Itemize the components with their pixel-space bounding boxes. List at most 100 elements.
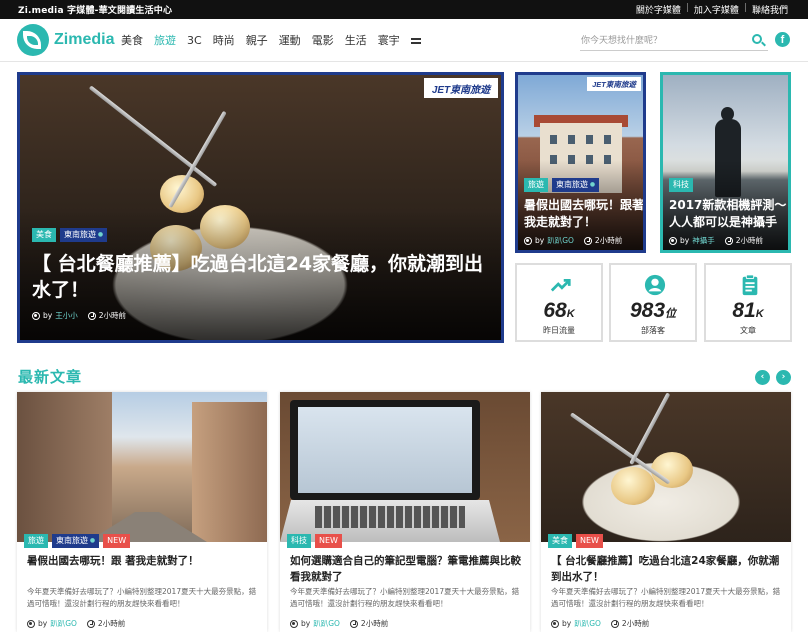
tag-food[interactable]: 美食	[548, 534, 572, 548]
sponsor-logo: JET東南旅遊	[424, 78, 498, 98]
tag-food[interactable]: 美食	[32, 228, 56, 242]
menu-item-parenting[interactable]: 親子	[246, 32, 268, 48]
menu-item-movies[interactable]: 電影	[312, 32, 334, 48]
tag-travel[interactable]: 旅遊	[524, 178, 548, 192]
side-article-travel[interactable]: JET東南旅遊 旅遊 東南旅遊 暑假出國去哪玩！跟著我走就對了！ by 趴趴GO…	[515, 72, 646, 253]
main-nav: Zimedia 美食 旅遊 3C 時尚 親子 運動 電影 生活 寰宇 你今天想找…	[0, 19, 808, 62]
menu-item-travel[interactable]: 旅遊	[154, 32, 176, 48]
window	[550, 135, 557, 144]
user-icon	[290, 619, 298, 628]
about-link[interactable]: 關於字媒體	[631, 3, 686, 16]
author-link[interactable]: 趴趴GO	[50, 618, 77, 629]
hero-meta: by 王小小 2小時前	[32, 310, 126, 321]
more-menu-icon[interactable]	[410, 38, 421, 44]
clock-icon	[610, 619, 619, 628]
side-tags: 科技	[669, 178, 693, 192]
card-image	[17, 392, 267, 542]
tag-tech[interactable]: 科技	[287, 534, 311, 548]
article-card[interactable]: 科技 NEW 如何選購適合自己的筆記型電腦？筆電推薦與比較看我就對了 今年夏天準…	[280, 392, 530, 632]
time-label: 2小時前	[97, 619, 126, 628]
knife	[88, 85, 218, 188]
hero-tags: 美食 東南旅遊	[32, 228, 108, 242]
card-meta: by 趴趴GO 2小時前	[27, 618, 125, 629]
by-label: by	[562, 619, 572, 628]
side-article-tech[interactable]: 科技 2017新款相機評測～人人都可以是神攝手 by 神攝手 2小時前	[660, 72, 791, 253]
logo-text: Zimedia	[54, 31, 115, 48]
stat-label: 部落客	[641, 326, 665, 335]
building	[17, 392, 112, 542]
food-item	[611, 467, 655, 505]
card-title[interactable]: 暑假出國去哪玩！跟 著我走就對了！	[27, 553, 259, 569]
card-description: 今年夏天準備好去哪玩了？小編特別整理2017夏天十大最夯景點，錯過可惜哦！還沒計…	[290, 587, 520, 608]
author-link[interactable]: 趴趴GO	[313, 618, 340, 629]
card-tags: 美食 NEW	[548, 534, 603, 548]
person-icon	[644, 274, 666, 296]
building	[192, 402, 267, 542]
card-tags: 旅遊 東南旅遊 NEW	[24, 534, 131, 548]
logo-icon	[17, 24, 49, 56]
contact-link[interactable]: 聯絡我們	[747, 3, 793, 16]
stat-value: 81K	[732, 299, 764, 322]
side-tags: 旅遊 東南旅遊	[524, 178, 600, 192]
clock-icon	[583, 236, 592, 245]
menu-item-life[interactable]: 生活	[345, 32, 367, 48]
keyboard	[315, 506, 465, 528]
prev-arrow-button[interactable]: ‹	[755, 370, 770, 385]
search-icon[interactable]	[752, 34, 762, 44]
next-arrow-button[interactable]: ›	[776, 370, 791, 385]
card-title[interactable]: 【 台北餐廳推薦】吃過台北這24家餐廳，你就潮到出水了！	[551, 553, 783, 585]
trending-up-icon	[550, 279, 571, 292]
author-link[interactable]: 趴趴GO	[574, 618, 601, 629]
logo[interactable]: Zimedia	[17, 24, 114, 56]
side-meta: by 神攝手 2小時前	[669, 235, 763, 246]
author-link[interactable]: 趴趴GO	[547, 235, 574, 246]
card-meta: by 趴趴GO 2小時前	[290, 618, 388, 629]
join-link[interactable]: 加入字媒體	[689, 3, 744, 16]
side-title[interactable]: 暑假出國去哪玩！跟著我走就對了！	[524, 197, 643, 231]
article-card[interactable]: 旅遊 東南旅遊 NEW 暑假出國去哪玩！跟 著我走就對了！ 今年夏天準備好去哪玩…	[17, 392, 267, 632]
by-label: by	[43, 311, 53, 320]
menu-item-food[interactable]: 美食	[121, 32, 143, 48]
facebook-icon[interactable]: f	[775, 32, 790, 47]
menu-item-world[interactable]: 寰宇	[378, 32, 400, 48]
card-image	[541, 392, 791, 542]
tag-travel[interactable]: 旅遊	[24, 534, 48, 548]
side-title[interactable]: 2017新款相機評測～人人都可以是神攝手	[669, 197, 788, 231]
window	[568, 135, 575, 144]
stat-articles: 81K 文章	[704, 263, 792, 342]
hero-title[interactable]: 【 台北餐廳推薦】吃過台北這24家餐廳，你就潮到出水了！	[32, 251, 501, 303]
clock-icon	[86, 619, 95, 628]
search-input[interactable]: 你今天想找什麼呢？	[580, 28, 768, 51]
time-label: 2小時前	[98, 311, 126, 320]
card-title[interactable]: 如何選購適合自己的筆記型電腦？筆電推薦與比較看我就對了	[290, 553, 522, 585]
tag-sponsor[interactable]: 東南旅遊	[60, 228, 108, 242]
laptop-display	[298, 407, 472, 493]
author-link[interactable]: 神攝手	[692, 235, 715, 246]
time-label: 2小時前	[621, 619, 650, 628]
by-label: by	[535, 236, 545, 245]
top-bar: Zi.media 字媒體-華文閱讀生活中心 關於字媒體 | 加入字媒體 | 聯絡我們	[0, 0, 808, 19]
menu-item-sports[interactable]: 運動	[279, 32, 301, 48]
tag-tech[interactable]: 科技	[669, 178, 693, 192]
tag-sponsor[interactable]: 東南旅遊	[552, 178, 600, 192]
article-card[interactable]: 美食 NEW 【 台北餐廳推薦】吃過台北這24家餐廳，你就潮到出水了！ 今年夏天…	[541, 392, 791, 632]
user-icon	[27, 619, 35, 628]
author-link[interactable]: 王小小	[55, 310, 78, 321]
new-badge: NEW	[315, 534, 342, 548]
tag-sponsor[interactable]: 東南旅遊	[52, 534, 100, 548]
card-description: 今年夏天準備好去哪玩了？小編特別整理2017夏天十大最夯景點，錯過可惜哦！還沒計…	[27, 587, 257, 608]
card-image	[280, 392, 530, 542]
by-label: by	[680, 236, 690, 245]
card-description: 今年夏天準備好去哪玩了？小編特別整理2017夏天十大最夯景點，錯過可惜哦！還沒計…	[551, 587, 781, 608]
menu-item-fashion[interactable]: 時尚	[213, 32, 235, 48]
user-icon	[524, 236, 532, 245]
stat-value: 68K	[543, 299, 575, 322]
sponsor-logo: JET東南旅遊	[587, 77, 641, 91]
category-menu: 美食 旅遊 3C 時尚 親子 運動 電影 生活 寰宇	[121, 19, 421, 61]
new-badge: NEW	[576, 534, 603, 548]
clock-icon	[349, 619, 358, 628]
site-tagline: Zi.media 字媒體-華文閱讀生活中心	[18, 6, 173, 16]
menu-item-3c[interactable]: 3C	[187, 34, 202, 47]
hero-article[interactable]: JET東南旅遊 美食 東南旅遊 【 台北餐廳推薦】吃過台北這24家餐廳，你就潮到…	[17, 72, 504, 343]
by-label: by	[38, 619, 48, 628]
